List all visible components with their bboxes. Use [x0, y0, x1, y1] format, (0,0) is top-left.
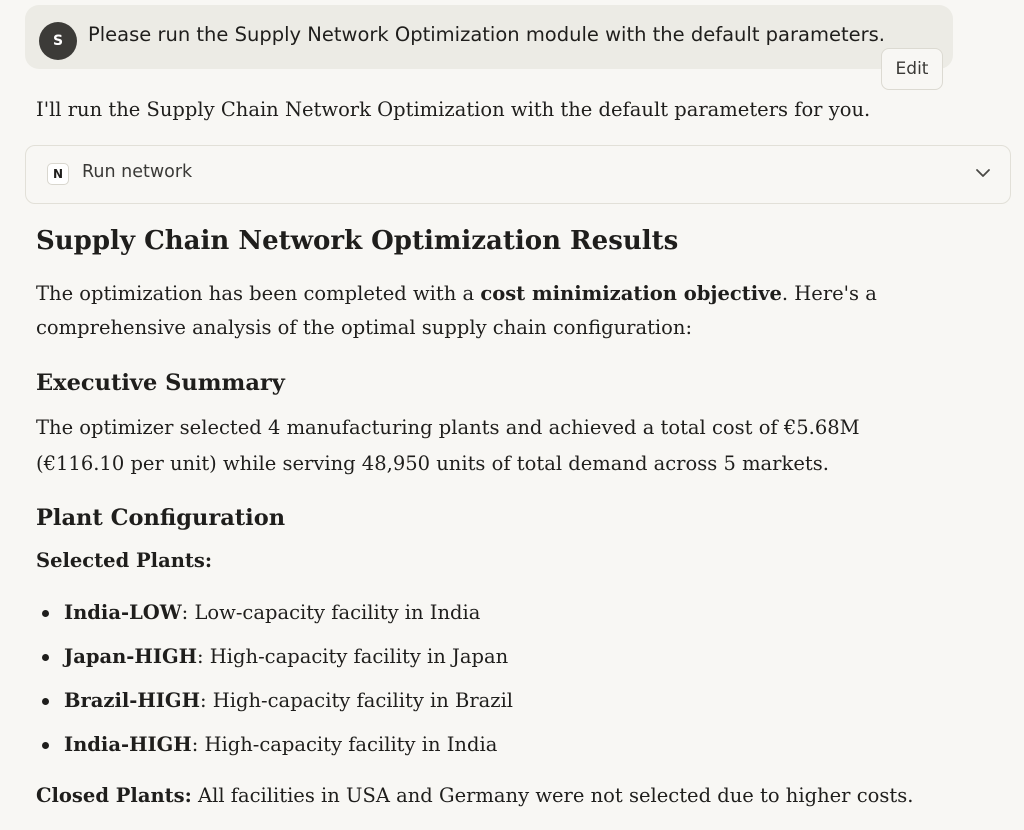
- summary-paragraph-line2: comprehensive analysis of the optimal su…: [36, 316, 693, 339]
- list-item: Brazil-HIGH: High-capacity facility in B…: [36, 684, 513, 728]
- user-message-text: Please run the Supply Network Optimizati…: [88, 23, 885, 46]
- edit-button[interactable]: Edit: [881, 48, 943, 90]
- tool-call-label: Run network: [82, 162, 193, 182]
- executive-summary-line1: The optimizer selected 4 manufacturing p…: [36, 416, 860, 439]
- plant-configuration-heading: Plant Configuration: [36, 505, 286, 531]
- assistant-intro: I'll run the Supply Chain Network Optimi…: [36, 98, 871, 121]
- bullet-icon: [42, 742, 49, 749]
- user-avatar: S: [39, 22, 77, 60]
- plant-name: India-LOW: [64, 601, 182, 624]
- plant-name: India-HIGH: [64, 733, 192, 756]
- bullet-icon: [42, 698, 49, 705]
- list-item: India-LOW: Low-capacity facility in Indi…: [36, 596, 513, 640]
- selected-plants-label: Selected Plants:: [36, 549, 213, 572]
- plant-name: Brazil-HIGH: [64, 689, 200, 712]
- chevron-down-icon[interactable]: [974, 166, 992, 180]
- summary-objective: cost minimization objective: [480, 282, 782, 305]
- selected-plants-list: India-LOW: Low-capacity facility in Indi…: [36, 596, 513, 772]
- summary-paragraph-line1: The optimization has been completed with…: [36, 277, 877, 311]
- tool-icon: N: [47, 163, 69, 185]
- executive-summary-line2: (€116.10 per unit) while serving 48,950 …: [36, 452, 829, 475]
- results-heading: Supply Chain Network Optimization Result…: [36, 226, 679, 256]
- list-item: Japan-HIGH: High-capacity facility in Ja…: [36, 640, 513, 684]
- user-message-bubble: S Please run the Supply Network Optimiza…: [25, 5, 953, 69]
- list-item: India-HIGH: High-capacity facility in In…: [36, 728, 513, 772]
- plant-description: : Low-capacity facility in India: [181, 601, 481, 624]
- closed-plants-text: All facilities in USA and Germany were n…: [191, 784, 914, 807]
- plant-name: Japan-HIGH: [64, 645, 198, 668]
- bullet-icon: [42, 654, 49, 661]
- bullet-icon: [42, 610, 49, 617]
- summary-text-end: . Here's a: [781, 282, 877, 305]
- plant-description: : High-capacity facility in Brazil: [200, 689, 514, 712]
- closed-plants-label: Closed Plants:: [36, 784, 192, 807]
- plant-description: : High-capacity facility in Japan: [197, 645, 509, 668]
- executive-summary-heading: Executive Summary: [36, 370, 285, 396]
- closed-plants-line: Closed Plants: All facilities in USA and…: [36, 779, 913, 813]
- tool-call-card[interactable]: N Run network: [25, 145, 1011, 204]
- summary-text: The optimization has been completed with…: [36, 282, 481, 305]
- plant-description: : High-capacity facility in India: [191, 733, 498, 756]
